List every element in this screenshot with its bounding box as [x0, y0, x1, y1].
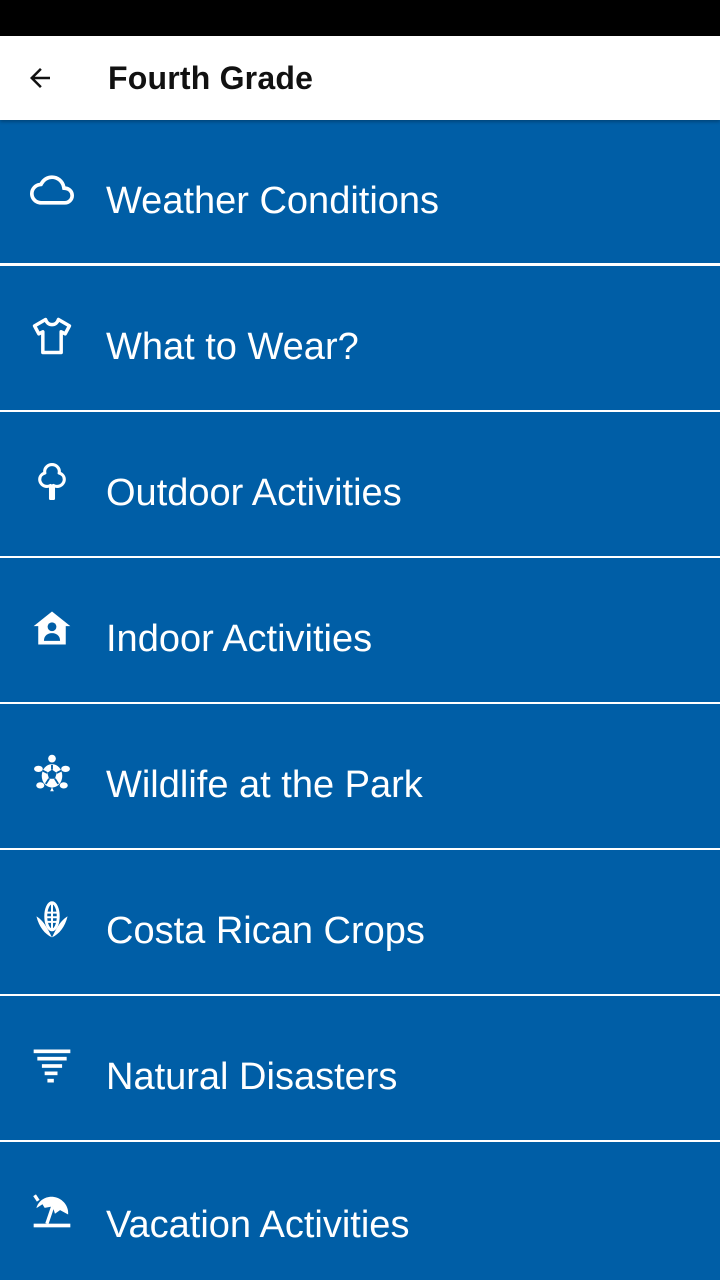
beach-umbrella-icon	[28, 1185, 76, 1233]
tornado-icon	[28, 1042, 76, 1090]
menu-item-wildlife-at-the-park[interactable]: Wildlife at the Park	[0, 704, 720, 848]
menu-item-label: Outdoor Activities	[106, 471, 402, 514]
menu-item-outdoor-activities[interactable]: Outdoor Activities	[0, 412, 720, 556]
menu-item-indoor-activities[interactable]: Indoor Activities	[0, 558, 720, 702]
menu-item-label: Natural Disasters	[106, 1055, 398, 1098]
menu-item-what-to-wear[interactable]: What to Wear?	[0, 266, 720, 410]
menu-item-natural-disasters[interactable]: Natural Disasters	[0, 996, 720, 1140]
menu-item-label: Wildlife at the Park	[106, 763, 423, 806]
menu-item-vacation-activities[interactable]: Vacation Activities	[0, 1142, 720, 1280]
menu-item-weather-conditions[interactable]: Weather Conditions	[0, 120, 720, 263]
turtle-icon	[28, 750, 76, 798]
app-bar: Fourth Grade	[0, 36, 720, 120]
tshirt-icon	[28, 312, 76, 360]
corn-icon	[28, 896, 76, 944]
menu-item-label: What to Wear?	[106, 325, 359, 368]
menu-item-label: Indoor Activities	[106, 617, 373, 660]
cloud-icon	[28, 166, 76, 214]
menu-item-costa-rican-crops[interactable]: Costa Rican Crops	[0, 850, 720, 994]
menu-item-label: Costa Rican Crops	[106, 909, 425, 952]
menu-item-label: Weather Conditions	[106, 179, 440, 222]
arrow-back-icon	[30, 68, 50, 88]
category-list: Weather Conditions What to Wear? Outdoor…	[0, 120, 720, 1280]
house-person-icon	[28, 604, 76, 652]
menu-item-label: Vacation Activities	[106, 1203, 410, 1246]
status-bar	[0, 0, 720, 36]
back-button[interactable]	[14, 52, 66, 104]
page-title: Fourth Grade	[108, 59, 314, 96]
tree-icon	[28, 458, 76, 506]
